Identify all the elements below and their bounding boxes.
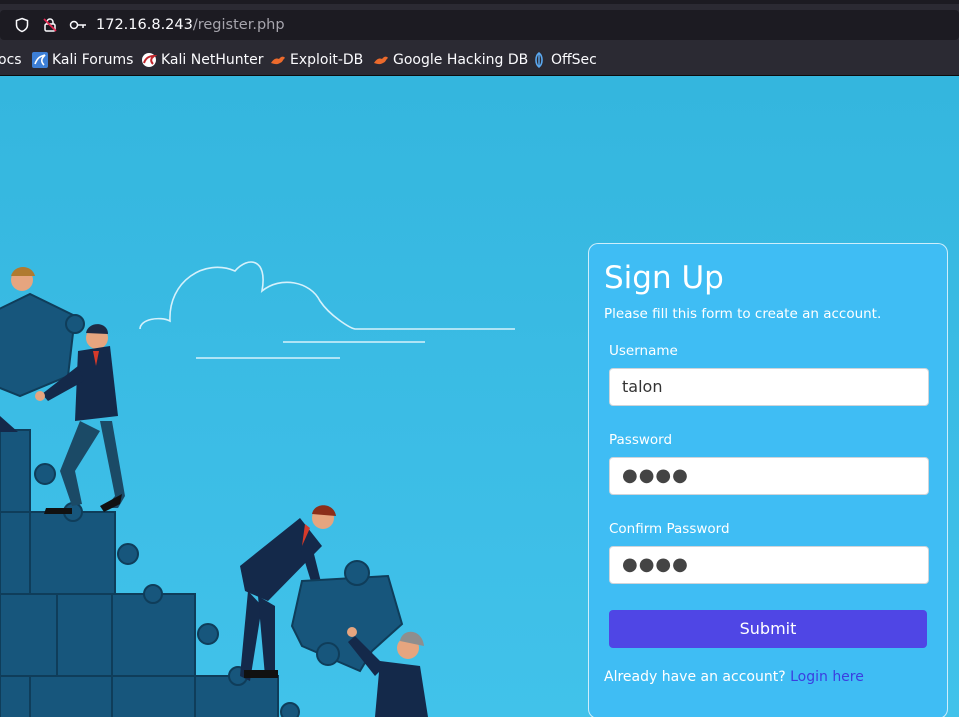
login-prompt-text: Already have an account? — [604, 669, 786, 685]
submit-button[interactable]: Submit — [609, 610, 927, 648]
form-title: Sign Up — [604, 260, 724, 296]
bookmark-kali-nethunter[interactable]: Kali NetHunter — [141, 44, 263, 76]
bookmark-kali-docs[interactable]: ocs — [0, 44, 22, 76]
businessman-left — [0, 267, 85, 432]
form-subtitle: Please fill this form to create an accou… — [604, 306, 882, 322]
cloud-outline — [139, 261, 515, 359]
password-input[interactable]: ●●●● — [609, 457, 929, 495]
page-content: Sign Up Please fill this form to create … — [0, 76, 959, 717]
username-label: Username — [609, 343, 678, 359]
url-bar[interactable]: 172.16.8.243/register.php — [0, 10, 959, 40]
exploit-db-icon — [270, 52, 286, 68]
bookmark-google-hacking-db[interactable]: Google Hacking DB — [373, 44, 528, 76]
bookmark-label: Kali NetHunter — [161, 52, 264, 68]
bookmark-exploit-db[interactable]: Exploit-DB — [270, 44, 363, 76]
businessman-reaching — [347, 627, 428, 717]
url-text[interactable]: 172.16.8.243/register.php — [96, 10, 285, 40]
bookmark-label: ocs — [0, 52, 22, 68]
bookmark-offsec[interactable]: OffSec — [531, 44, 597, 76]
teamwork-puzzle-illustration — [0, 261, 515, 717]
bookmark-label: Exploit-DB — [290, 52, 364, 68]
login-prompt-line: Already have an account? Login here — [604, 669, 864, 685]
password-label: Password — [609, 432, 673, 448]
bookmark-label: OffSec — [551, 52, 597, 68]
ghdb-icon — [373, 52, 389, 68]
browser-toolbar: 172.16.8.243/register.php — [0, 0, 959, 44]
bookmark-kali-forums[interactable]: Kali Forums — [32, 44, 133, 76]
username-input[interactable]: talon — [609, 368, 929, 406]
key-icon[interactable] — [68, 10, 88, 40]
puzzle-piece-held — [290, 560, 404, 673]
login-link[interactable]: Login here — [790, 669, 864, 685]
url-host: 172.16.8.243 — [96, 17, 193, 33]
kali-forums-icon — [32, 52, 48, 68]
confirm-password-label: Confirm Password — [609, 521, 730, 537]
bookmark-label: Kali Forums — [52, 52, 134, 68]
offsec-icon — [531, 51, 547, 69]
shield-icon[interactable] — [12, 10, 32, 40]
url-path: /register.php — [192, 17, 285, 33]
confirm-password-input[interactable]: ●●●● — [609, 546, 929, 584]
bookmark-label: Google Hacking DB — [393, 52, 529, 68]
kali-nethunter-icon — [141, 52, 158, 68]
signup-form-card: Sign Up Please fill this form to create … — [588, 243, 948, 717]
insecure-lock-icon[interactable] — [40, 10, 60, 40]
bookmarks-bar: ocs Kali Forums Kali NetHunter Exploit-D… — [0, 44, 959, 76]
